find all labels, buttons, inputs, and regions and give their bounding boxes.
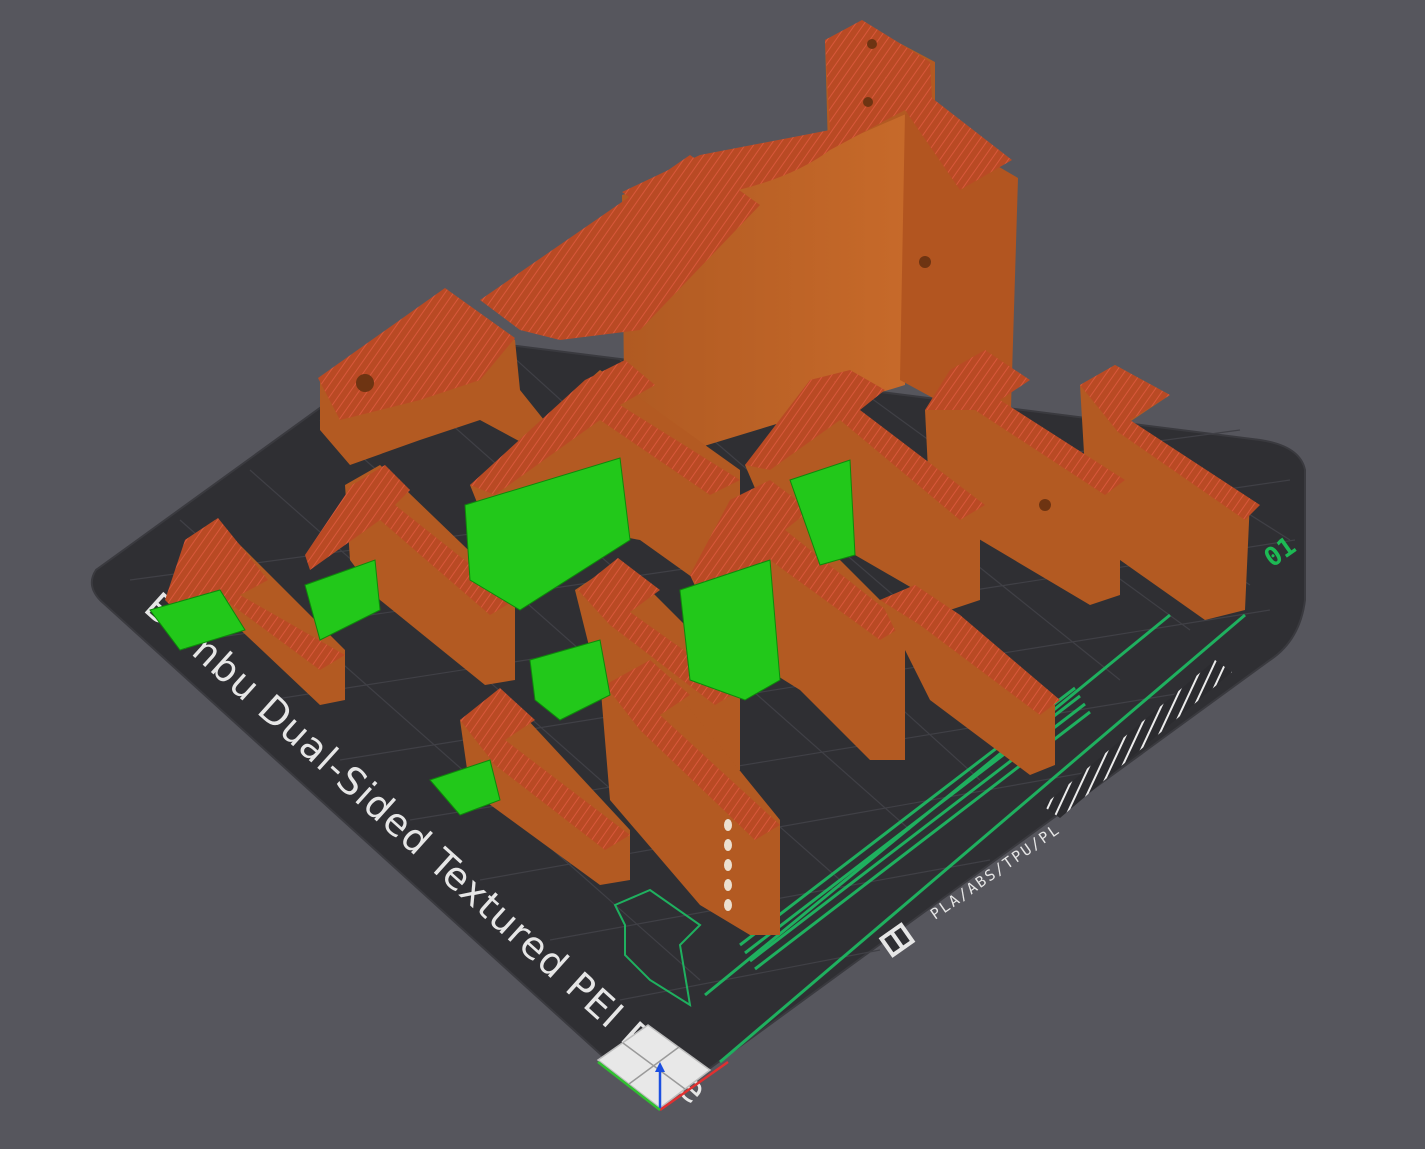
3d-viewport[interactable]: PLA/ABS/TPU/PL Bambu Dual-Sided Textured… [0, 0, 1425, 1149]
part-hole [1039, 499, 1051, 511]
arm-plate-hole [356, 374, 374, 392]
scene-svg[interactable]: PLA/ABS/TPU/PL Bambu Dual-Sided Textured… [0, 0, 1425, 1149]
tall-bracket-hole [863, 97, 873, 107]
tall-bracket-hole [919, 256, 931, 268]
tall-bracket-hole [867, 39, 877, 49]
